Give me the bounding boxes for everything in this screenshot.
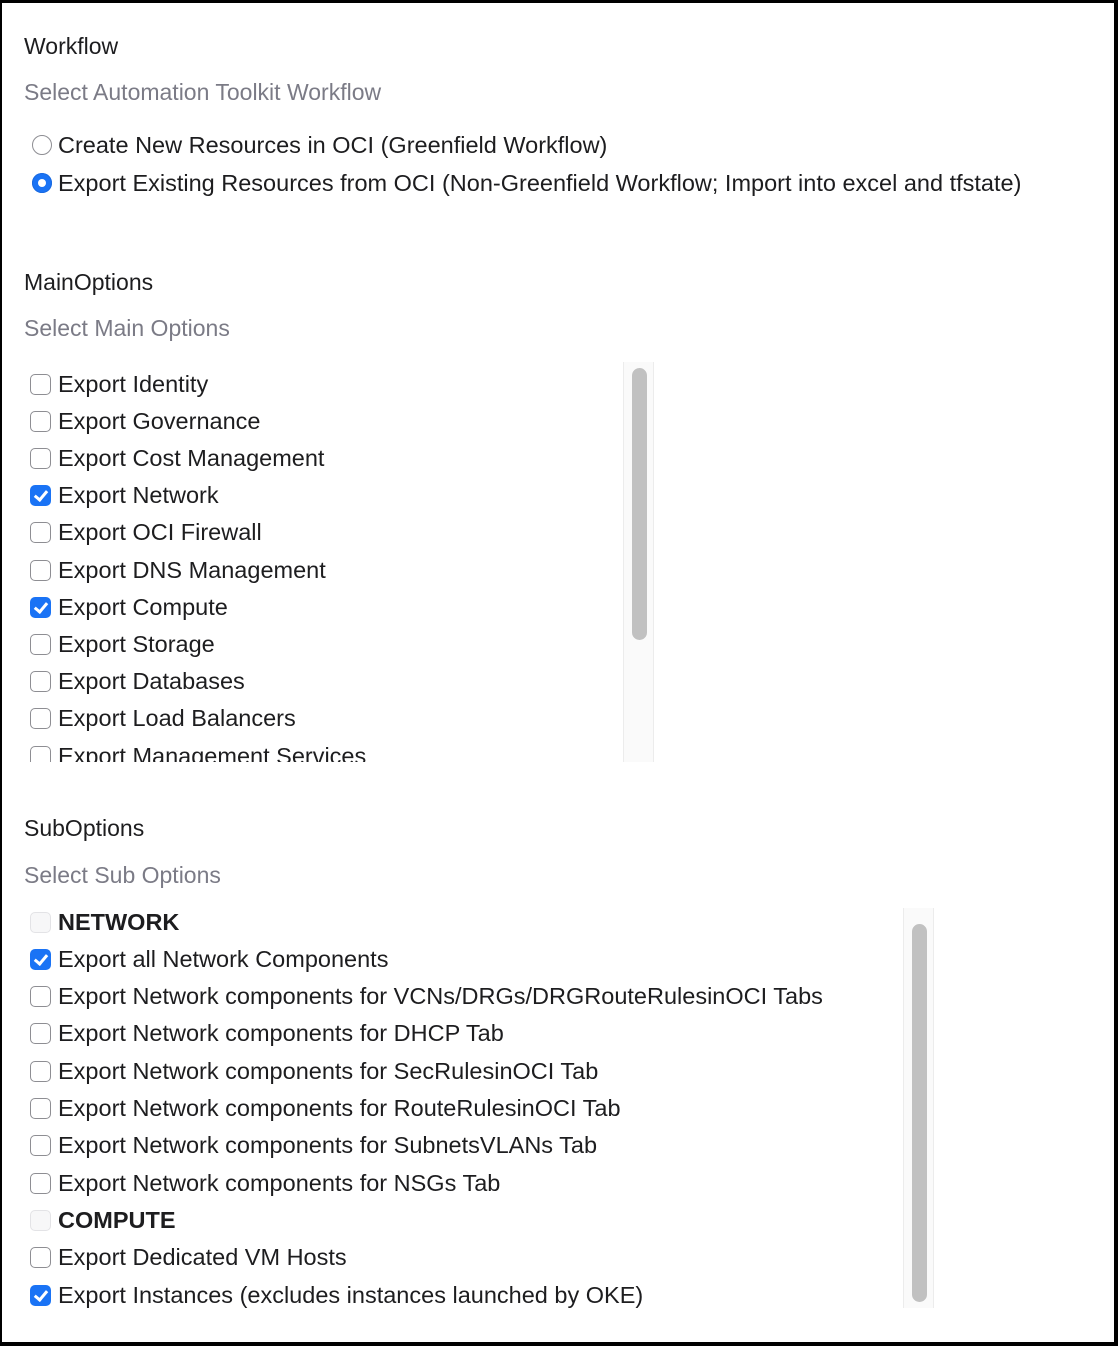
option-label: Export Network components for VCNs/DRGs/… <box>58 983 823 1010</box>
option-label: Export Compute <box>58 593 228 620</box>
option-label: Export all Network Components <box>58 945 389 972</box>
checkbox-icon[interactable] <box>30 1060 51 1082</box>
main-option-item-export-network[interactable]: Export Network <box>30 479 219 513</box>
checkbox-icon <box>30 911 51 933</box>
main-options-scroll-thumb[interactable] <box>632 368 647 640</box>
main-option-item-export-load-balancers[interactable]: Export Load Balancers <box>30 702 296 736</box>
export-workflow-form: Workflow Select Automation Toolkit Workf… <box>2 3 1114 1342</box>
sub-option-item-export-network-components-for-secrulesinoci-tab[interactable]: Export Network components for SecRulesin… <box>30 1054 598 1088</box>
radio-button-icon[interactable] <box>32 173 52 193</box>
option-label: Export Cost Management <box>58 444 325 471</box>
sub-option-item-export-network-components-for-routerulesinoci-ta[interactable]: Export Network components for RouteRules… <box>30 1092 621 1126</box>
main-option-item-export-storage[interactable]: Export Storage <box>30 627 215 661</box>
option-label: Export OCI Firewall <box>58 519 262 546</box>
checkbox-icon[interactable] <box>30 559 51 581</box>
option-label: Export Storage <box>58 630 215 657</box>
option-label: Export Network components for DHCP Tab <box>58 1020 504 1047</box>
checkbox-checked-icon[interactable] <box>30 485 51 507</box>
checkbox-icon[interactable] <box>30 1023 51 1045</box>
workflow-subtitle: Select Automation Toolkit Workflow <box>24 79 382 105</box>
option-label: Export Governance <box>58 407 261 434</box>
checkbox-icon[interactable] <box>30 373 51 395</box>
radio-greenfield-workflow[interactable]: Create New Resources in OCI (Greenfield … <box>32 128 607 162</box>
sub-option-item-export-network-components-for-subnetsvlans-tab[interactable]: Export Network components for SubnetsVLA… <box>30 1129 597 1163</box>
main-options-scrollbar[interactable] <box>623 362 654 762</box>
sub-option-item-export-instances-excludes-instances-launched-by-[interactable]: Export Instances (excludes instances lau… <box>30 1278 643 1308</box>
checkbox-checked-icon[interactable] <box>30 1284 51 1306</box>
option-label: Export Network components for SecRulesin… <box>58 1057 599 1084</box>
sub-options-scroll-thumb[interactable] <box>912 924 927 1302</box>
checkbox-icon[interactable] <box>30 447 51 469</box>
main-option-item-export-dns-management[interactable]: Export DNS Management <box>30 553 326 587</box>
checkbox-icon[interactable] <box>30 745 51 762</box>
checkbox-icon[interactable] <box>30 671 51 693</box>
main-option-item-export-databases[interactable]: Export Databases <box>30 665 245 699</box>
main-option-item-export-identity[interactable]: Export Identity <box>30 367 208 401</box>
option-label: Export Dedicated VM Hosts <box>58 1244 347 1271</box>
radio-button-icon[interactable] <box>32 135 52 155</box>
option-label: Export DNS Management <box>58 556 326 583</box>
option-label: Export Instances (excludes instances lau… <box>58 1281 644 1308</box>
radio-label: Create New Resources in OCI (Greenfield … <box>58 131 608 158</box>
checkbox-icon[interactable] <box>30 1135 51 1157</box>
checkbox-icon[interactable] <box>30 633 51 655</box>
group-label: NETWORK <box>58 908 180 935</box>
option-label: Export Network components for SubnetsVLA… <box>58 1132 598 1159</box>
main-options-heading: MainOptions <box>24 269 154 295</box>
main-option-item-export-management-services[interactable]: Export Management Services <box>30 739 366 762</box>
sub-option-item-export-network-components-for-nsgs-tab[interactable]: Export Network components for NSGs Tab <box>30 1166 500 1200</box>
sub-options-subtitle: Select Sub Options <box>24 862 221 888</box>
group-label: COMPUTE <box>58 1206 176 1233</box>
sub-option-item-export-network-components-for-vcns-drgs-drgroute[interactable]: Export Network components for VCNs/DRGs/… <box>30 980 823 1014</box>
checkbox-icon <box>30 1209 51 1231</box>
sub-option-item-export-dedicated-vm-hosts[interactable]: Export Dedicated VM Hosts <box>30 1241 347 1275</box>
option-label: Export Load Balancers <box>58 705 296 732</box>
option-label: Export Network components for NSGs Tab <box>58 1169 501 1196</box>
checkbox-icon[interactable] <box>30 1172 51 1194</box>
main-options-subtitle: Select Main Options <box>24 315 230 341</box>
main-option-item-export-compute[interactable]: Export Compute <box>30 590 228 624</box>
workflow-heading: Workflow <box>24 33 119 59</box>
option-label: Export Network <box>58 482 219 509</box>
sub-option-item-export-all-network-components[interactable]: Export all Network Components <box>30 942 388 976</box>
main-option-item-export-governance[interactable]: Export Governance <box>30 404 260 438</box>
option-label: Export Management Services <box>58 742 367 763</box>
checkbox-icon[interactable] <box>30 410 51 432</box>
sub-options-heading: SubOptions <box>24 815 145 841</box>
main-options-list[interactable]: Export Identity Export Governance Export C… <box>2 362 657 762</box>
option-label: Export Network components for RouteRules… <box>58 1095 621 1121</box>
checkbox-checked-icon[interactable] <box>30 948 51 970</box>
sub-option-group-network: NETWORK <box>30 906 179 939</box>
main-option-item-export-oci-firewall[interactable]: Export OCI Firewall <box>30 516 262 550</box>
radio-label: Export Existing Resources from OCI (Non-… <box>58 169 1022 196</box>
sub-option-item-export-network-components-for-dhcp-tab[interactable]: Export Network components for DHCP Tab <box>30 1017 504 1051</box>
sub-options-scrollbar[interactable] <box>903 908 934 1308</box>
checkbox-icon[interactable] <box>30 708 51 730</box>
checkbox-checked-icon[interactable] <box>30 596 51 618</box>
checkbox-icon[interactable] <box>30 986 51 1008</box>
main-option-item-export-cost-management[interactable]: Export Cost Management <box>30 441 324 475</box>
sub-options-list[interactable]: NETWORK Export all Network Components Expo… <box>2 906 937 1308</box>
option-label: Export Databases <box>58 668 245 695</box>
option-label: Export Identity <box>58 370 209 397</box>
sub-option-group-compute: COMPUTE <box>30 1203 176 1237</box>
checkbox-icon[interactable] <box>30 1247 51 1269</box>
radio-non-greenfield-workflow[interactable]: Export Existing Resources from OCI (Non-… <box>32 166 1021 200</box>
checkbox-icon[interactable] <box>30 522 51 544</box>
checkbox-icon[interactable] <box>30 1098 51 1119</box>
